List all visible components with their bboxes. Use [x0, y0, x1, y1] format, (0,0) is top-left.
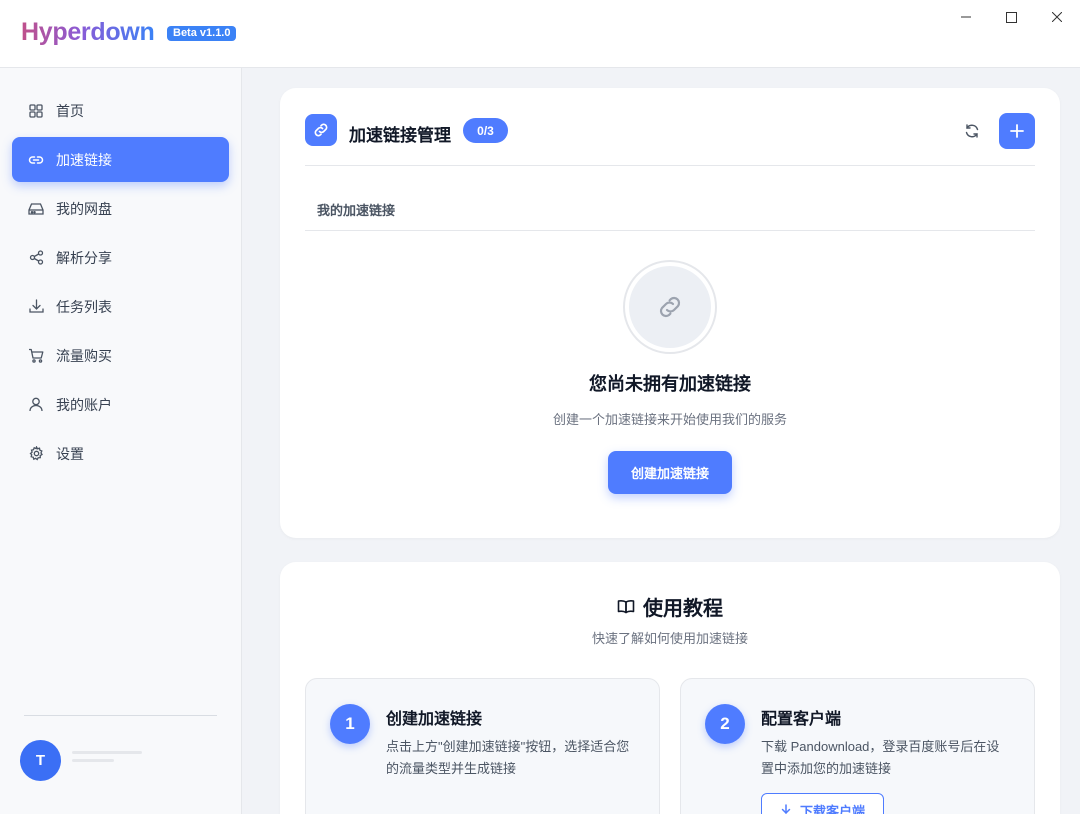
- step-number: 2: [705, 704, 745, 744]
- empty-state-title: 您尚未拥有加速链接: [589, 374, 751, 394]
- close-icon: [1052, 12, 1062, 22]
- step-number: 1: [330, 704, 370, 744]
- tutorial-card: 使用教程 快速了解如何使用加速链接 1 创建加速链接 点击上方"创建加速链接"按…: [280, 562, 1060, 814]
- sidebar-item-traffic[interactable]: 流量购买: [12, 333, 229, 378]
- maximize-icon: [1005, 11, 1017, 23]
- cart-icon: [28, 348, 44, 364]
- step-title: 配置客户端: [761, 711, 842, 728]
- sidebar-item-label: 解析分享: [56, 249, 112, 266]
- link-icon: [305, 114, 337, 146]
- download-icon: [28, 299, 44, 315]
- drive-icon: [28, 201, 44, 217]
- sidebar-item-home[interactable]: 首页: [12, 88, 229, 133]
- sidebar-item-label: 加速链接: [56, 151, 112, 168]
- link-icon: [659, 296, 681, 318]
- sidebar-item-share[interactable]: 解析分享: [12, 235, 229, 280]
- link-count-badge: 0/3: [463, 118, 508, 143]
- empty-state-subtitle: 创建一个加速链接来开始使用我们的服务: [552, 412, 787, 427]
- empty-state-illustration: [623, 260, 717, 354]
- sidebar-divider: [24, 715, 217, 716]
- page-title: 加速链接管理: [349, 126, 451, 145]
- title-bar: Hyperdown Beta v1.1.0: [0, 0, 1080, 68]
- sidebar-item-label: 我的账户: [56, 396, 112, 413]
- link-icon: [28, 152, 44, 168]
- section-divider: [305, 230, 1035, 231]
- sidebar-item-label: 首页: [56, 102, 84, 119]
- share-icon: [28, 250, 44, 266]
- sidebar-item-label: 任务列表: [56, 298, 112, 315]
- sidebar-item-label: 流量购买: [56, 347, 112, 364]
- tutorial-step: 2 配置客户端 下载 Pandownload，登录百度账号后在设置中添加您的加速…: [680, 678, 1035, 814]
- refresh-icon: [965, 124, 979, 138]
- minimize-icon: [961, 16, 971, 18]
- step-description: 点击上方"创建加速链接"按钮，选择适合您的流量类型并生成链接: [386, 739, 630, 776]
- close-button[interactable]: [1046, 6, 1068, 28]
- sidebar-item-label: 我的网盘: [56, 200, 112, 217]
- user-info: [72, 751, 142, 771]
- sidebar-item-drive[interactable]: 我的网盘: [12, 186, 229, 231]
- sidebar-item-settings[interactable]: 设置: [12, 431, 229, 476]
- header-divider: [305, 165, 1035, 166]
- sidebar-item-account[interactable]: 我的账户: [12, 382, 229, 427]
- sidebar: 首页 加速链接 我的网盘 解析分享 任务列表 流量购买 我的账户 设置 T: [0, 68, 242, 814]
- app-logo: Hyperdown: [21, 18, 155, 46]
- refresh-button[interactable]: [960, 119, 984, 143]
- gear-icon: [28, 446, 44, 462]
- avatar[interactable]: T: [20, 740, 61, 781]
- plus-icon: [1010, 124, 1024, 138]
- user-icon: [28, 397, 44, 413]
- sidebar-item-tasks[interactable]: 任务列表: [12, 284, 229, 329]
- version-badge: Beta v1.1.0: [167, 26, 237, 41]
- tutorial-step: 1 创建加速链接 点击上方"创建加速链接"按钮，选择适合您的流量类型并生成链接: [305, 678, 660, 814]
- speed-links-card: 加速链接管理 0/3 我的加速链接 您尚未拥有加速链接 创建一个加速链接来开始使…: [280, 88, 1060, 538]
- maximize-button[interactable]: [1000, 6, 1022, 28]
- book-icon: [617, 599, 635, 615]
- grid-icon: [28, 103, 44, 119]
- step-title: 创建加速链接: [386, 711, 483, 728]
- download-client-button[interactable]: 下载客户端: [761, 793, 884, 814]
- step-description: 下载 Pandownload，登录百度账号后在设置中添加您的加速链接: [761, 739, 1000, 776]
- create-link-button[interactable]: 创建加速链接: [608, 451, 732, 494]
- tutorial-title: 使用教程: [280, 592, 1060, 621]
- sidebar-item-speed-links[interactable]: 加速链接: [12, 137, 229, 182]
- tutorial-subtitle: 快速了解如何使用加速链接: [591, 631, 748, 646]
- minimize-button[interactable]: [955, 6, 977, 28]
- download-icon: [780, 803, 792, 814]
- section-label: 我的加速链接: [317, 203, 396, 218]
- sidebar-item-label: 设置: [56, 445, 84, 462]
- add-link-button[interactable]: [999, 113, 1035, 149]
